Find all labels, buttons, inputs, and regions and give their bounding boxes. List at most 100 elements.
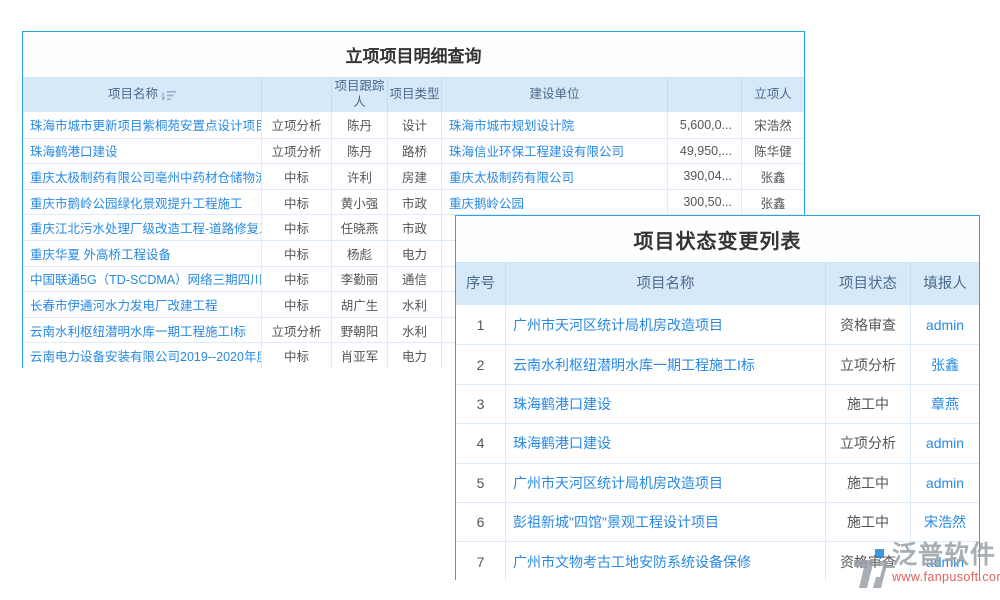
type-cell: 市政 (388, 214, 442, 240)
table-title: 立项项目明细查询 (23, 32, 804, 77)
column-header (668, 78, 742, 112)
table-row: 2云南水利枢纽潜明水库一期工程施工I标立项分析张鑫 (456, 344, 979, 383)
status-cell: 中标 (262, 214, 332, 240)
row-index-cell: 4 (456, 423, 506, 462)
column-header: 填报人 (911, 263, 979, 305)
reporter-link[interactable]: 宋浩然 (911, 502, 979, 541)
row-index-cell: 5 (456, 463, 506, 502)
row-index-cell: 7 (456, 541, 506, 580)
column-header-label: 建设单位 (529, 87, 579, 103)
project-status-change-table: 项目状态变更列表 序号项目名称项目状态填报人 1广州市天河区统计局机房改造项目资… (455, 215, 980, 580)
project-name-link[interactable]: 广州市天河区统计局机房改造项目 (506, 463, 826, 502)
table-header-row: 序号 项目名称 项目状态 填报人 (456, 262, 979, 305)
project-name-link[interactable]: 珠海市城市更新项目紫桐苑安置点设计项目 (23, 112, 262, 138)
row-index-cell: 2 (456, 344, 506, 383)
table-header-row: 项目名称 项目跟踪人项目类型 建设单位 立项人 (23, 77, 804, 112)
status-cell: 中标 (262, 163, 332, 189)
reporter-link[interactable]: admin (911, 305, 979, 344)
tracker-cell: 胡广生 (332, 291, 388, 317)
reporter-link[interactable]: admin (911, 463, 979, 502)
column-header-label: 填报人 (923, 275, 967, 293)
project-name-link[interactable]: 云南水利枢纽潜明水库一期工程施工I标 (23, 317, 262, 343)
reporter-link[interactable]: 张鑫 (911, 344, 979, 383)
watermark-brand: 泛普软件 (892, 541, 1000, 570)
project-name-link[interactable]: 彭祖新城"四馆"景观工程设计项目 (506, 502, 826, 541)
status-cell: 施工中 (826, 502, 911, 541)
column-header-label: 项目名称 (637, 275, 695, 293)
status-cell: 立项分析 (826, 423, 911, 462)
type-cell: 设计 (388, 112, 442, 138)
column-header-label: 项目名称 (108, 87, 158, 103)
project-name-link[interactable]: 广州市文物考古工地安防系统设备保修 (506, 541, 826, 580)
row-index-cell: 1 (456, 305, 506, 344)
reporter-link[interactable]: 章燕 (911, 384, 979, 423)
tracker-cell: 黄小强 (332, 189, 388, 215)
status-cell: 立项分析 (262, 317, 332, 343)
project-name-link[interactable]: 重庆江北污水处理厂级改造工程-道路修复工程 (23, 214, 262, 240)
project-name-link[interactable]: 重庆华夏 外高桥工程设备 (23, 240, 262, 266)
project-name-link[interactable]: 重庆市鹅岭公园绿化景观提升工程施工 (23, 189, 262, 215)
project-name-link[interactable]: 珠海鹤港口建设 (23, 138, 262, 164)
watermark-url: www.fanpusoft.com (892, 570, 1000, 584)
sort-icon[interactable] (162, 90, 176, 101)
tracker-cell: 杨彪 (332, 240, 388, 266)
type-cell: 市政 (388, 189, 442, 215)
status-cell: 施工中 (826, 384, 911, 423)
table-row: 4珠海鹤港口建设立项分析admin (456, 423, 979, 462)
initiator-cell: 张鑫 (742, 163, 804, 189)
amount-cell: 5,600,0... (668, 112, 742, 138)
table-row: 5广州市天河区统计局机房改造项目施工中admin (456, 463, 979, 502)
column-header: 序号 (456, 263, 506, 305)
type-cell: 电力 (388, 240, 442, 266)
tracker-cell: 肖亚军 (332, 342, 388, 368)
tracker-cell: 许利 (332, 163, 388, 189)
column-header: 项目类型 (388, 78, 442, 112)
column-header-label: 项目跟踪人 (332, 79, 387, 110)
table-row: 重庆太极制药有限公司亳州中药材仓储物流基地中标许利房建重庆太极制药有限公司390… (23, 163, 804, 189)
tracker-cell: 陈丹 (332, 112, 388, 138)
tracker-cell: 李勤丽 (332, 266, 388, 292)
column-header-label: 立项人 (754, 87, 792, 103)
project-name-link[interactable]: 长春市伊通河水力发电厂改建工程 (23, 291, 262, 317)
amount-cell: 300,50... (668, 189, 742, 215)
fanpu-logo-icon (852, 547, 890, 596)
reporter-link[interactable]: admin (911, 423, 979, 462)
unit-link[interactable]: 珠海信业环保工程建设有限公司 (442, 138, 668, 164)
project-name-link[interactable]: 中国联通5G（TD-SCDMA）网络三期四川工程 (23, 266, 262, 292)
tracker-cell: 野朝阳 (332, 317, 388, 343)
type-cell: 电力 (388, 342, 442, 368)
type-cell: 通信 (388, 266, 442, 292)
watermark: 泛普软件 www.fanpusoft.com (852, 541, 1000, 596)
column-header: 项目名称 (506, 263, 826, 305)
project-name-link[interactable]: 珠海鹤港口建设 (506, 423, 826, 462)
initiator-cell: 张鑫 (742, 189, 804, 215)
type-cell: 水利 (388, 291, 442, 317)
status-cell: 中标 (262, 189, 332, 215)
column-header-label: 项目状态 (839, 275, 897, 293)
tracker-cell: 任晓燕 (332, 214, 388, 240)
table-row: 珠海市城市更新项目紫桐苑安置点设计项目立项分析陈丹设计珠海市城市规划设计院5,6… (23, 112, 804, 138)
project-name-link[interactable]: 广州市天河区统计局机房改造项目 (506, 305, 826, 344)
type-cell: 房建 (388, 163, 442, 189)
unit-link[interactable]: 珠海市城市规划设计院 (442, 112, 668, 138)
status-cell: 施工中 (826, 463, 911, 502)
project-name-link[interactable]: 珠海鹤港口建设 (506, 384, 826, 423)
unit-link[interactable]: 重庆太极制药有限公司 (442, 163, 668, 189)
column-header: 项目跟踪人 (332, 78, 388, 112)
table-body: 1广州市天河区统计局机房改造项目资格审查admin2云南水利枢纽潜明水库一期工程… (456, 305, 979, 581)
amount-cell: 49,950,... (668, 138, 742, 164)
status-cell: 资格审查 (826, 305, 911, 344)
table-row: 6彭祖新城"四馆"景观工程设计项目施工中宋浩然 (456, 502, 979, 541)
project-name-link[interactable]: 云南水利枢纽潜明水库一期工程施工I标 (506, 344, 826, 383)
initiator-cell: 陈华健 (742, 138, 804, 164)
table-row: 珠海鹤港口建设立项分析陈丹路桥珠海信业环保工程建设有限公司49,950,...陈… (23, 138, 804, 164)
table-row: 3珠海鹤港口建设施工中章燕 (456, 384, 979, 423)
table-row: 重庆市鹅岭公园绿化景观提升工程施工中标黄小强市政重庆鹅岭公园300,50...张… (23, 189, 804, 215)
status-cell: 中标 (262, 266, 332, 292)
initiator-cell: 宋浩然 (742, 112, 804, 138)
unit-link[interactable]: 重庆鹅岭公园 (442, 189, 668, 215)
project-name-link[interactable]: 云南电力设备安装有限公司2019--2020年度劳务 (23, 342, 262, 368)
type-cell: 路桥 (388, 138, 442, 164)
table-row: 1广州市天河区统计局机房改造项目资格审查admin (456, 305, 979, 344)
project-name-link[interactable]: 重庆太极制药有限公司亳州中药材仓储物流基地 (23, 163, 262, 189)
